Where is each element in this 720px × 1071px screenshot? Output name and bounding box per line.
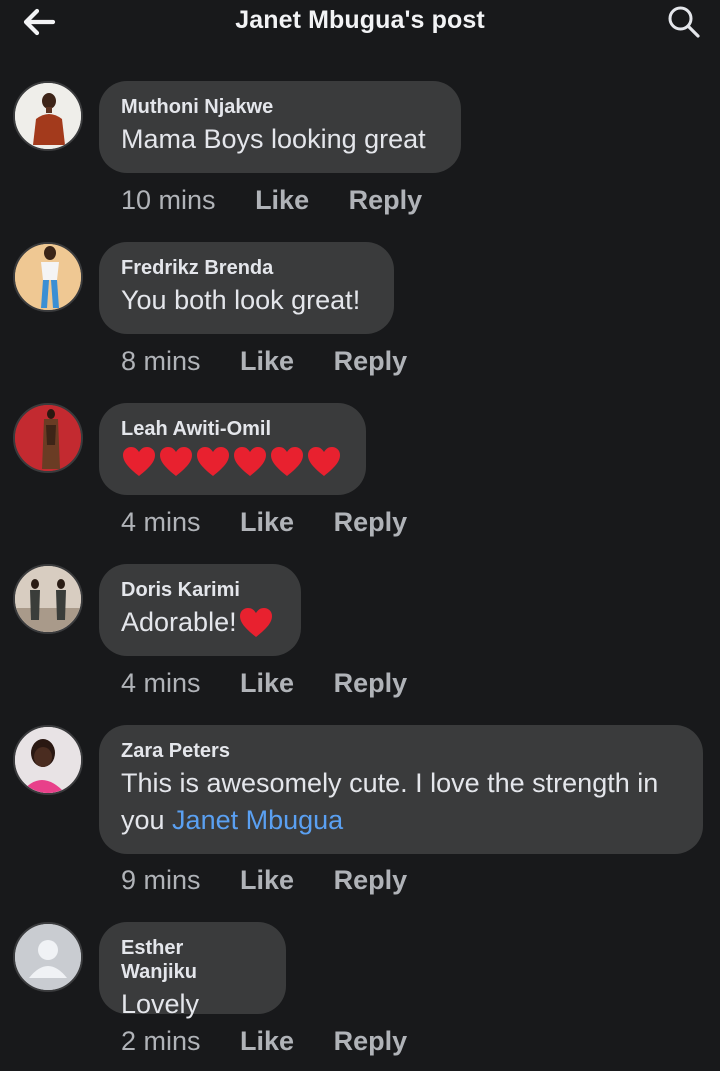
reply-button[interactable]: Reply [334,1026,408,1057]
comment-bubble[interactable]: Doris Karimi Adorable! [99,564,301,656]
avatar[interactable] [13,403,83,473]
like-button[interactable]: Like [240,668,294,699]
avatar-photo [15,405,81,471]
comment-text-prefix: you [121,805,173,835]
comment-time: 10 mins [121,185,216,215]
top-bar: Janet Mbugua's post [0,0,720,46]
avatar[interactable] [13,242,83,312]
comment-text: You both look great! [121,285,361,315]
comment-time: 2 mins [121,1026,201,1056]
reply-button[interactable]: Reply [334,865,408,896]
avatar[interactable] [13,725,83,795]
comment-actions: 4 mins Like Reply [121,507,407,538]
heart-emoji-row [121,445,344,481]
heart-emoji-icon [271,447,303,476]
heart-emoji-icon [197,447,229,476]
comment-bubble[interactable]: Fredrikz Brenda You both look great! [99,242,394,334]
like-button[interactable]: Like [240,1026,294,1057]
comment-text: Mama Boys looking great [121,124,426,154]
comment-text: Adorable! [121,604,279,641]
comment-author[interactable]: Leah Awiti-Omil [121,417,344,441]
comment-time: 4 mins [121,507,201,537]
comment-text-content: Adorable! [121,607,237,637]
heart-emoji-icon [160,447,192,476]
page-title: Janet Mbugua's post [235,6,485,34]
comment-time: 8 mins [121,346,201,376]
comment-actions: 9 mins Like Reply [121,865,407,896]
comment-author[interactable]: Doris Karimi [121,578,279,602]
comment-actions: 8 mins Like Reply [121,346,407,377]
heart-emoji-icon [239,607,272,637]
comment-author[interactable]: Zara Peters [121,739,681,763]
comment-author[interactable]: Esther Wanjiku [121,936,264,984]
comment-author[interactable]: Muthoni Njakwe [121,95,439,119]
comment-actions: 2 mins Like Reply [121,1026,407,1057]
comment-actions: 10 mins Like Reply [121,185,422,216]
mention-link[interactable]: Janet Mbugua [172,805,343,835]
avatar-photo [15,244,81,310]
comment-actions: 4 mins Like Reply [121,668,407,699]
avatar[interactable] [13,564,83,634]
like-button[interactable]: Like [255,185,309,216]
comment-bubble[interactable]: Muthoni Njakwe Mama Boys looking great [99,81,461,173]
search-button[interactable] [666,4,702,40]
avatar[interactable] [13,922,83,992]
comment-author[interactable]: Fredrikz Brenda [121,256,372,280]
comment-time: 9 mins [121,865,201,895]
like-button[interactable]: Like [240,865,294,896]
comment-time: 4 mins [121,668,201,698]
avatar-photo [15,83,81,149]
comment-bubble[interactable]: Leah Awiti-Omil [99,403,366,495]
reply-button[interactable]: Reply [334,346,408,377]
like-button[interactable]: Like [240,346,294,377]
heart-emoji-icon [123,447,155,476]
comment-text: This is awesomely cute. I love the stren… [121,765,681,839]
like-button[interactable]: Like [240,507,294,538]
comment-bubble[interactable]: Zara Peters This is awesomely cute. I lo… [99,725,703,854]
comment-bubble[interactable]: Esther Wanjiku Lovely [99,922,286,1019]
reply-button[interactable]: Reply [334,668,408,699]
avatar-photo [15,566,81,632]
search-icon [668,6,700,38]
comment-text-line: This is awesomely cute. I love the stren… [121,768,659,798]
heart-emoji-icon [308,447,340,476]
comment-text: Lovely [121,989,200,1019]
avatar-photo [15,727,81,793]
reply-button[interactable]: Reply [334,507,408,538]
reply-button[interactable]: Reply [349,185,423,216]
avatar[interactable] [13,81,83,151]
heart-emoji-icon [234,447,266,476]
default-avatar-icon [15,924,81,990]
